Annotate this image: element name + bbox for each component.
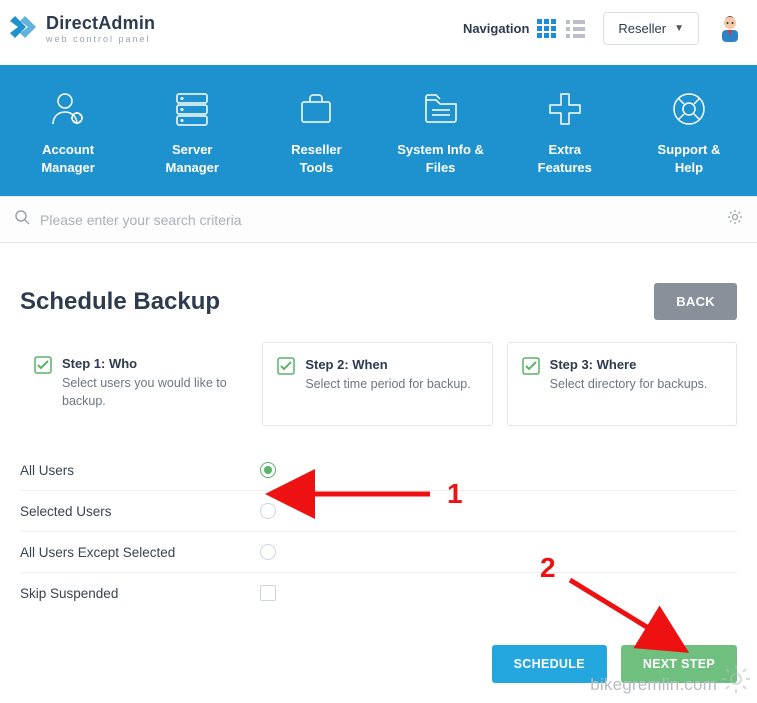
caret-down-icon: ▼	[674, 23, 684, 34]
nav-label: System Info &Files	[383, 141, 499, 176]
option-all-except[interactable]: All Users Except Selected	[20, 532, 737, 573]
server-icon	[134, 87, 250, 131]
user-gear-icon	[10, 87, 126, 131]
search-icon	[14, 209, 30, 230]
steps-row: Step 1: Who Select users you would like …	[0, 338, 757, 432]
briefcase-icon	[258, 87, 374, 131]
schedule-button[interactable]: SCHEDULE	[492, 645, 607, 683]
option-label: All Users	[20, 463, 260, 478]
nav-label: AccountManager	[10, 141, 126, 176]
list-view-icon[interactable]	[566, 19, 585, 38]
nav-label: Support &Help	[631, 141, 747, 176]
role-dropdown[interactable]: Reseller ▼	[603, 12, 699, 45]
nav-server-manager[interactable]: ServerManager	[130, 87, 254, 176]
folder-icon	[383, 87, 499, 131]
nav-label: ExtraFeatures	[507, 141, 623, 176]
step-sub: Select directory for backups.	[550, 376, 708, 394]
nav-system-info[interactable]: System Info &Files	[379, 87, 503, 176]
settings-gear-icon[interactable]	[727, 209, 743, 230]
role-dropdown-label: Reseller	[618, 21, 666, 36]
option-all-users[interactable]: All Users	[20, 450, 737, 491]
logo-icon	[10, 16, 40, 42]
step-who[interactable]: Step 1: Who Select users you would like …	[20, 342, 248, 426]
action-buttons: SCHEDULE NEXT STEP	[0, 617, 757, 703]
option-selected-users[interactable]: Selected Users	[20, 491, 737, 532]
checkbox-input[interactable]	[260, 585, 276, 601]
top-bar: DirectAdmin web control panel Navigation…	[0, 0, 757, 65]
back-button[interactable]: BACK	[654, 283, 737, 320]
page-header: Schedule Backup BACK	[0, 243, 757, 338]
nav-label: ResellerTools	[258, 141, 374, 176]
logo-text: DirectAdmin web control panel	[46, 14, 155, 44]
step-sub: Select users you would like to backup.	[62, 375, 234, 410]
radio-input[interactable]	[260, 462, 276, 478]
step-title: Step 1: Who	[62, 356, 234, 371]
nav-view-switch	[537, 19, 585, 38]
nav-label: ServerManager	[134, 141, 250, 176]
option-label: Skip Suspended	[20, 586, 260, 601]
main-nav: AccountManager ServerManager ResellerToo…	[0, 65, 757, 196]
grid-view-icon[interactable]	[537, 19, 556, 38]
page-title: Schedule Backup	[20, 288, 220, 316]
plus-icon	[507, 87, 623, 131]
radio-input[interactable]	[260, 503, 276, 519]
next-step-button[interactable]: NEXT STEP	[621, 645, 737, 683]
nav-reseller-tools[interactable]: ResellerTools	[254, 87, 378, 176]
check-icon	[277, 357, 295, 409]
nav-support[interactable]: Support &Help	[627, 87, 751, 176]
option-label: All Users Except Selected	[20, 545, 260, 560]
logo[interactable]: DirectAdmin web control panel	[10, 14, 155, 44]
who-options: All Users Selected Users All Users Excep…	[0, 432, 757, 617]
step-sub: Select time period for backup.	[305, 376, 470, 394]
search-bar	[0, 196, 757, 243]
step-title: Step 3: Where	[550, 357, 708, 372]
option-skip-suspended[interactable]: Skip Suspended	[20, 573, 737, 613]
check-icon	[34, 356, 52, 410]
option-label: Selected Users	[20, 504, 260, 519]
check-icon	[522, 357, 540, 409]
search-input[interactable]	[40, 212, 717, 228]
nav-account-manager[interactable]: AccountManager	[6, 87, 130, 176]
lifebuoy-icon	[631, 87, 747, 131]
radio-input[interactable]	[260, 544, 276, 560]
step-when[interactable]: Step 2: When Select time period for back…	[262, 342, 492, 426]
nav-extra-features[interactable]: ExtraFeatures	[503, 87, 627, 176]
step-title: Step 2: When	[305, 357, 470, 372]
step-where[interactable]: Step 3: Where Select directory for backu…	[507, 342, 737, 426]
navigation-label: Navigation	[463, 21, 529, 36]
avatar[interactable]	[717, 14, 743, 44]
